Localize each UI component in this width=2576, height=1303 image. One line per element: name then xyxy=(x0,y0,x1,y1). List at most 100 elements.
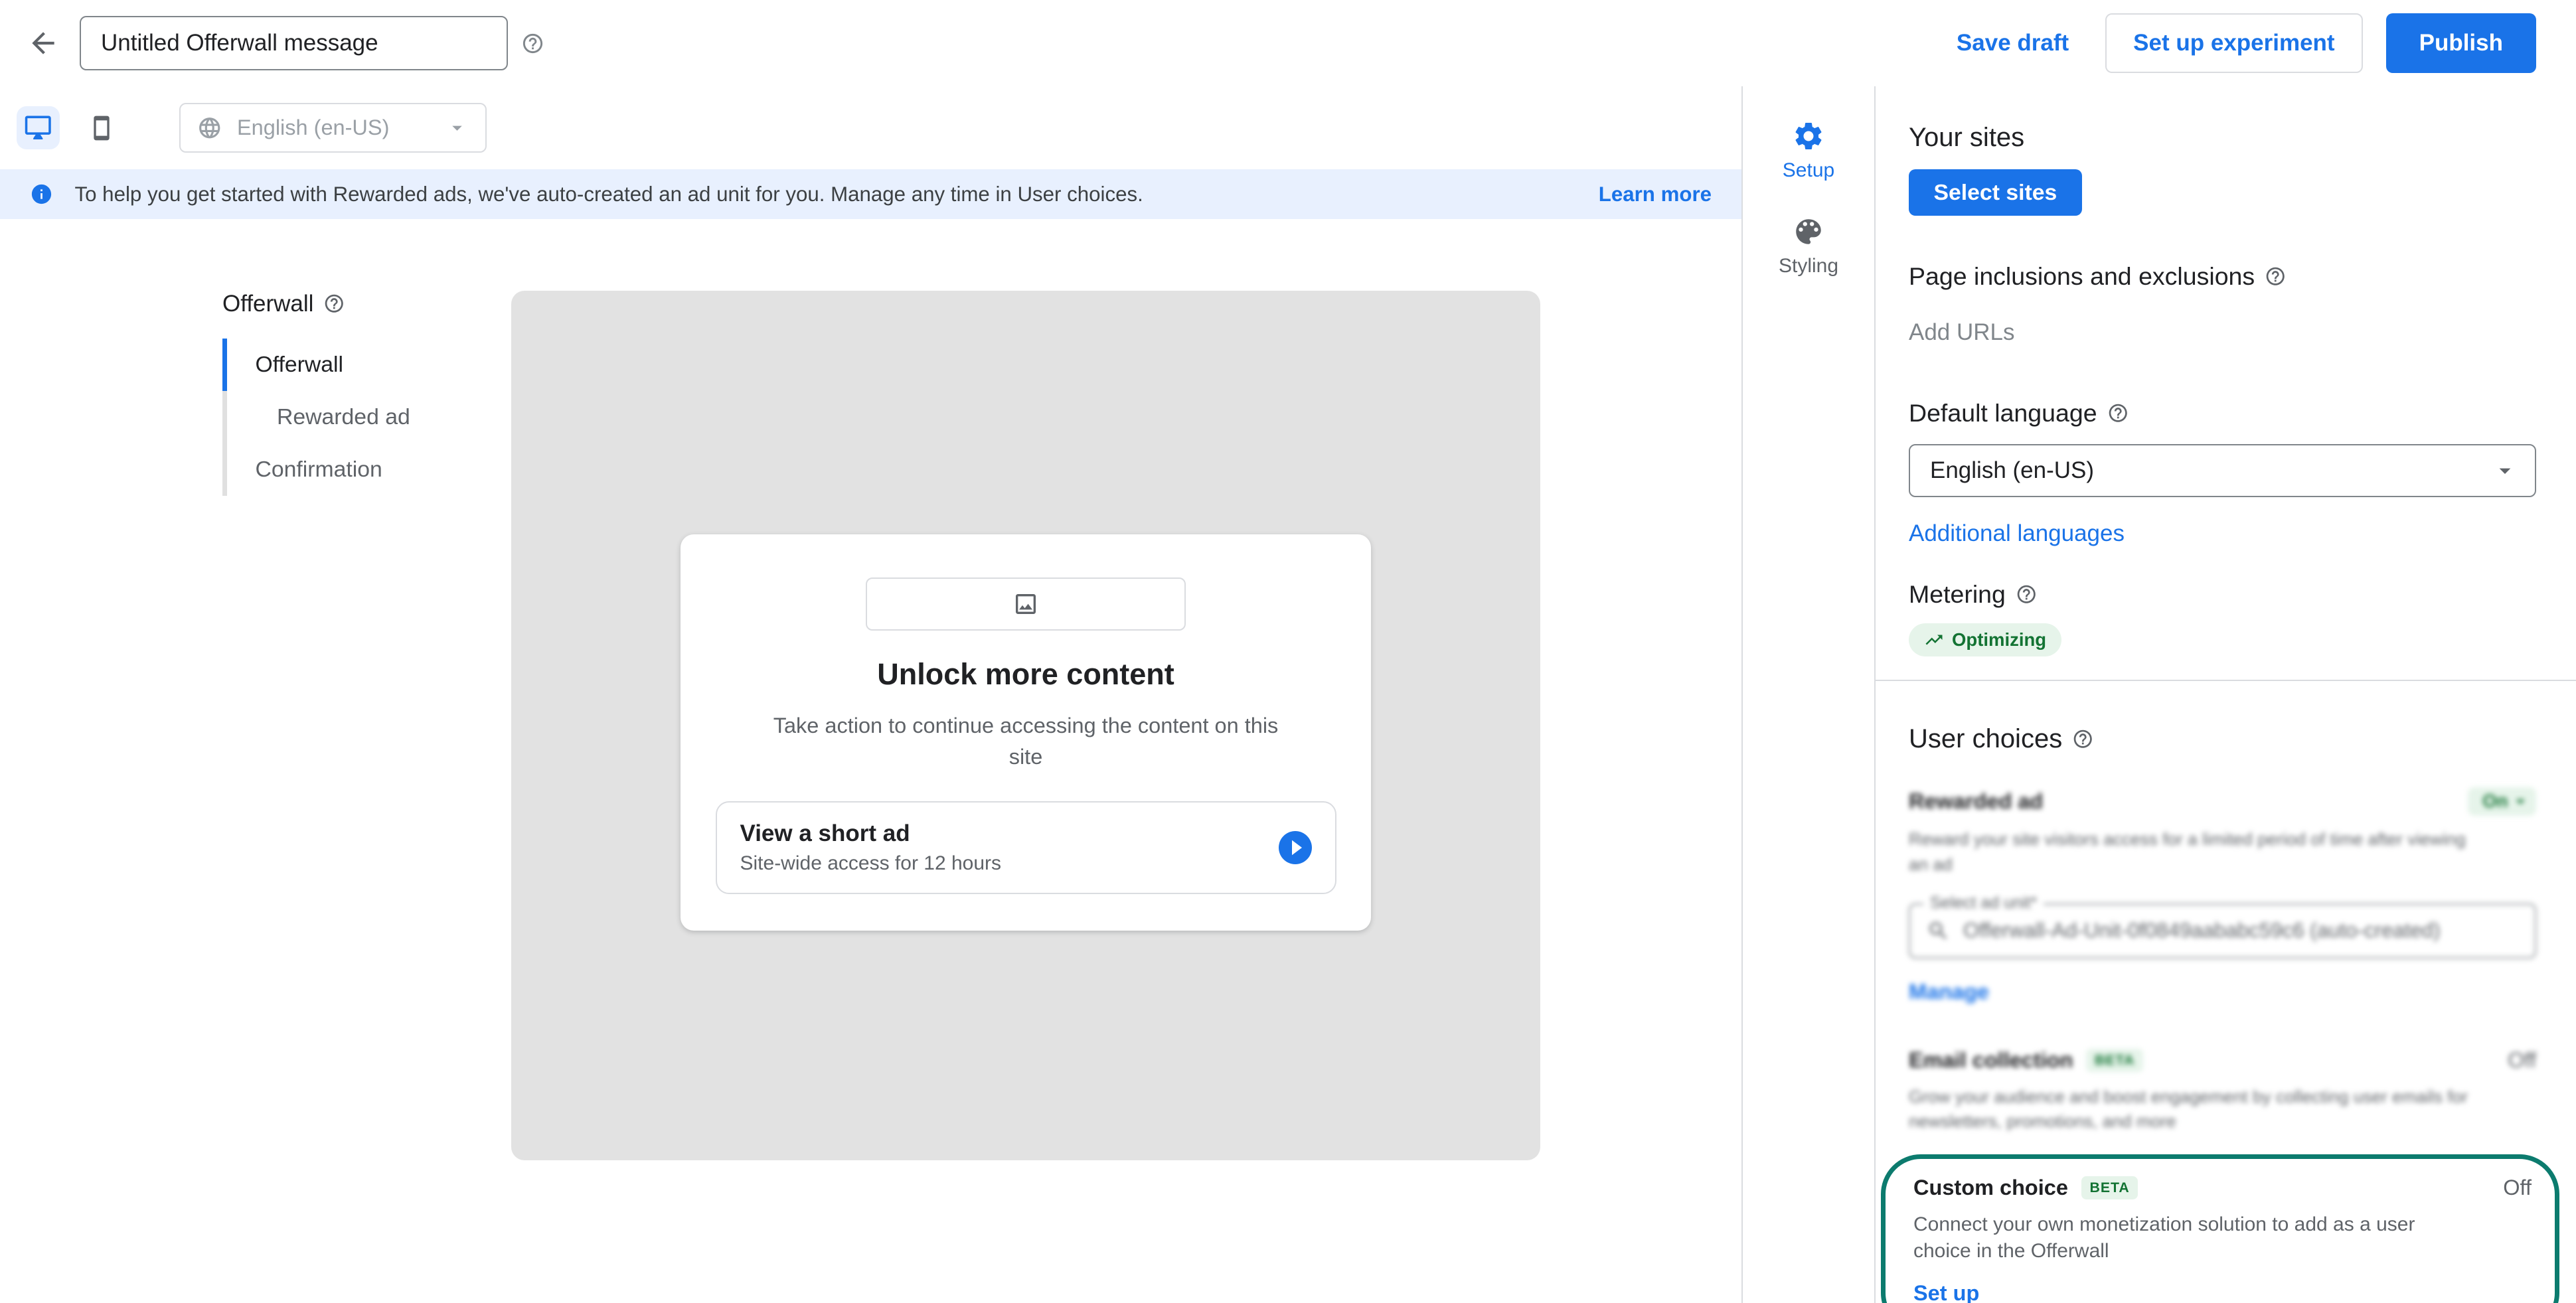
banner-text: To help you get started with Rewarded ad… xyxy=(75,183,1143,206)
custom-choice-title: Custom choice xyxy=(1913,1176,2068,1200)
user-choices-label: User choices xyxy=(1909,724,2062,754)
view-ad-option-texts: View a short ad Site-wide access for 12 … xyxy=(740,820,1275,875)
custom-choice-state[interactable]: Off xyxy=(2503,1176,2532,1200)
email-collection-state[interactable]: Off xyxy=(2508,1048,2536,1073)
settings-rail: Setup Styling xyxy=(1743,86,1876,1303)
message-stepper: Offerwall Offerwall Rewarded ad Confirma… xyxy=(0,291,511,1160)
stepper-title: Offerwall xyxy=(222,291,511,317)
stepper-item-offerwall[interactable]: Offerwall xyxy=(222,339,511,391)
mobile-preview-button[interactable] xyxy=(80,106,123,149)
ad-unit-value: Offerwall-Ad-Unit-0f0849aababc59c6 (auto… xyxy=(1963,919,2441,943)
help-icon[interactable] xyxy=(2072,728,2094,750)
chevron-down-icon xyxy=(445,116,469,139)
rewarded-ad-choice: Rewarded ad On Reward your site visitors… xyxy=(1909,787,2536,1005)
preview-heading: Unlock more content xyxy=(716,657,1336,692)
topbar: Save draft Set up experiment Publish xyxy=(0,0,2576,86)
view-ad-option[interactable]: View a short ad Site-wide access for 12 … xyxy=(716,801,1336,894)
setup-panel-top: Your sites Select sites Page inclusions … xyxy=(1876,86,2576,680)
setup-panel: Your sites Select sites Page inclusions … xyxy=(1876,86,2576,1303)
additional-languages-link[interactable]: Additional languages xyxy=(1909,520,2125,547)
chevron-down-icon xyxy=(2492,457,2518,484)
rail-tab-styling-label: Styling xyxy=(1779,255,1838,277)
workspace: Offerwall Offerwall Rewarded ad Confirma… xyxy=(0,219,1741,1160)
trending-up-icon xyxy=(1924,630,1944,650)
custom-choice-spotlight: Custom choice BETA Off Connect your own … xyxy=(1881,1154,2560,1303)
offerwall-preview-card: Unlock more content Take action to conti… xyxy=(681,534,1371,931)
email-collection-choice: Email collection BETA Off Grow your audi… xyxy=(1909,1048,2536,1134)
preview-language-select[interactable]: English (en-US) xyxy=(179,103,487,153)
your-sites-heading: Your sites xyxy=(1909,123,2536,153)
rail-tab-styling[interactable]: Styling xyxy=(1779,215,1838,277)
chevron-down-icon xyxy=(2510,791,2532,812)
user-choices-heading: User choices xyxy=(1909,724,2536,754)
custom-choice-description: Connect your own monetization solution t… xyxy=(1913,1211,2461,1265)
custom-choice-set-up-link[interactable]: Set up xyxy=(1913,1281,1979,1303)
help-icon[interactable] xyxy=(2016,583,2038,605)
rail-tab-setup-label: Setup xyxy=(1783,159,1834,182)
globe-icon xyxy=(197,115,222,141)
email-collection-title: Email collection xyxy=(1909,1048,2073,1073)
rewarded-ad-state-label: On xyxy=(2482,791,2508,812)
desktop-preview-button[interactable] xyxy=(17,106,60,149)
view-ad-option-title: View a short ad xyxy=(740,820,1275,847)
message-title-input[interactable] xyxy=(80,16,508,71)
set-up-experiment-button[interactable]: Set up experiment xyxy=(2105,13,2362,73)
editor-pane: English (en-US) To help you get started … xyxy=(0,86,1743,1303)
stepper-item-label: Offerwall xyxy=(256,352,344,377)
stepper-item-label: Rewarded ad xyxy=(277,404,410,429)
mobile-icon xyxy=(88,115,115,141)
page-inclusions-heading: Page inclusions and exclusions xyxy=(1909,262,2536,291)
preview-toolbar: English (en-US) xyxy=(0,86,1741,169)
play-circle-icon xyxy=(1275,828,1315,868)
help-icon[interactable] xyxy=(521,32,544,55)
gear-icon xyxy=(1792,119,1825,153)
email-collection-beta-badge: BETA xyxy=(2086,1049,2142,1072)
metering-label: Metering xyxy=(1909,580,2006,609)
stepper-item-label: Confirmation xyxy=(256,457,382,482)
select-ad-unit-label: Select ad unit* xyxy=(1923,893,2044,913)
learn-more-link[interactable]: Learn more xyxy=(1599,183,1712,206)
desktop-icon xyxy=(24,114,52,142)
back-button[interactable] xyxy=(20,20,66,66)
view-ad-option-subtitle: Site-wide access for 12 hours xyxy=(740,852,1275,875)
metering-heading: Metering xyxy=(1909,580,2536,609)
help-icon-glyph xyxy=(521,32,544,55)
stepper-title-label: Offerwall xyxy=(222,291,313,317)
rewarded-ad-description: Reward your site visitors access for a l… xyxy=(1909,827,2473,877)
rewarded-ad-state-toggle[interactable]: On xyxy=(2468,787,2536,816)
user-choices-section: User choices Rewarded ad On Reward your … xyxy=(1876,681,2576,1303)
search-icon xyxy=(1927,919,1950,943)
palette-icon xyxy=(1792,215,1825,248)
back-arrow-icon xyxy=(27,27,60,60)
metering-status-badge: Optimizing xyxy=(1909,623,2061,656)
preview-body-text: Take action to continue accessing the co… xyxy=(760,710,1291,773)
default-language-heading: Default language xyxy=(1909,399,2536,427)
preview-canvas: Unlock more content Take action to conti… xyxy=(511,291,1540,1160)
stepper-item-rewarded-ad[interactable]: Rewarded ad xyxy=(222,391,511,443)
email-collection-head: Email collection BETA Off xyxy=(1909,1048,2536,1073)
save-draft-button[interactable]: Save draft xyxy=(1943,30,2082,56)
offerwall-editor-app: Save draft Set up experiment Publish Eng… xyxy=(0,0,2576,1303)
custom-choice-beta-badge: BETA xyxy=(2081,1176,2138,1199)
select-ad-unit-field[interactable]: Select ad unit* Offerwall-Ad-Unit-0f0849… xyxy=(1909,903,2536,958)
rail-tab-setup[interactable]: Setup xyxy=(1783,119,1834,182)
help-icon[interactable] xyxy=(323,293,345,315)
select-sites-button[interactable]: Select sites xyxy=(1909,169,2082,216)
rewarded-ad-title: Rewarded ad xyxy=(1909,789,2043,814)
help-icon[interactable] xyxy=(2107,402,2129,424)
stepper-item-confirmation[interactable]: Confirmation xyxy=(222,443,511,496)
help-icon[interactable] xyxy=(2265,266,2287,287)
rewarded-ad-head: Rewarded ad On xyxy=(1909,787,2536,816)
add-urls-input[interactable] xyxy=(1909,319,2536,346)
manage-link[interactable]: Manage xyxy=(1909,980,1989,1004)
email-collection-description: Grow your audience and boost engagement … xyxy=(1909,1085,2506,1134)
custom-choice-head: Custom choice BETA Off xyxy=(1913,1176,2532,1200)
metering-status-label: Optimizing xyxy=(1952,629,2046,651)
publish-button[interactable]: Publish xyxy=(2386,13,2536,73)
main-row: English (en-US) To help you get started … xyxy=(0,86,2576,1303)
logo-placeholder xyxy=(866,577,1186,631)
default-language-select[interactable]: English (en-US) xyxy=(1909,444,2536,497)
default-language-value: English (en-US) xyxy=(1930,457,2094,484)
info-banner: To help you get started with Rewarded ad… xyxy=(0,169,1741,219)
preview-language-label: English (en-US) xyxy=(237,115,389,140)
